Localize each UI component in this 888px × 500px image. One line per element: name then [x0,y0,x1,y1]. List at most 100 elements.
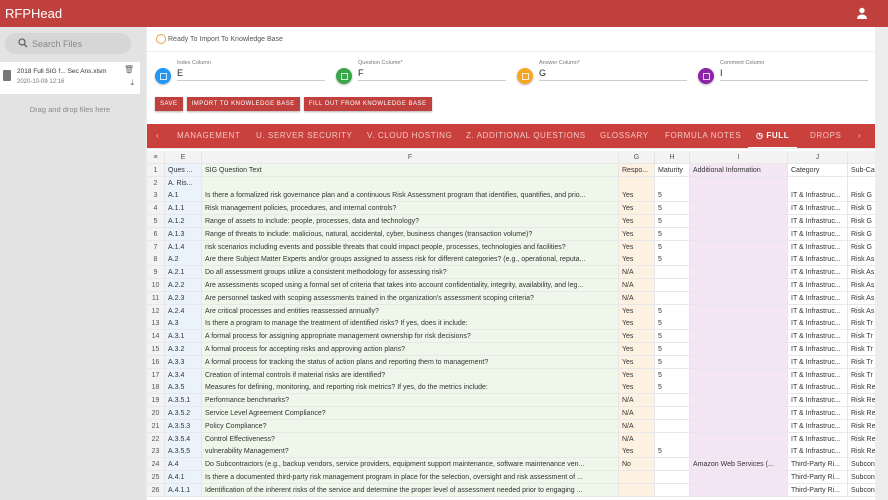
table-cell[interactable]: Risk As [848,253,875,267]
table-cell[interactable] [619,471,655,484]
table-cell[interactable] [690,330,788,344]
table-cell[interactable] [690,227,788,241]
row-number[interactable]: 5 [147,215,165,228]
table-cell[interactable]: 5 [655,381,690,395]
table-cell[interactable]: A.3.5.4 [165,432,202,446]
table-cell[interactable]: 5 [655,355,690,369]
table-cell[interactable]: A.1.2 [165,215,202,228]
table-cell[interactable]: N/A [619,419,655,433]
table-cell[interactable]: Risk G [848,215,875,228]
table-cell[interactable] [655,394,690,408]
table-cell[interactable]: Yes [619,343,655,356]
table-cell[interactable]: Yes [619,227,655,241]
table-cell[interactable] [690,317,788,331]
table-cell[interactable]: Risk Re [848,419,875,433]
spreadsheet-grid[interactable]: ≡ E F G H I J 1 Ques ... SIG Question Text Respo..… [147,149,875,500]
table-cell[interactable] [655,483,690,497]
table-cell[interactable]: vulnerability Management? [202,445,619,459]
row-number[interactable]: 11 [147,291,165,305]
table-cell[interactable]: A.3.5.5 [165,445,202,459]
table-cell[interactable]: Risk As [848,304,875,318]
table-cell[interactable]: 5 [655,445,690,459]
table-cell[interactable] [690,279,788,292]
save-button[interactable]: SAVE [155,97,183,111]
table-cell[interactable]: 5 [655,343,690,356]
table-cell[interactable]: Service Level Agreement Compliance? [202,407,619,420]
column-header[interactable]: G [619,151,655,164]
table-cell[interactable]: IT & Infrastruc... [788,368,848,382]
table-cell[interactable]: A.3.3 [165,355,202,369]
table-cell[interactable] [202,176,619,190]
row-number[interactable]: 3 [147,189,165,203]
table-cell[interactable]: 5 [655,330,690,344]
table-cell[interactable]: A.1.3 [165,227,202,241]
table-cell[interactable]: Yes [619,355,655,369]
table-cell[interactable]: A.1.1 [165,202,202,216]
table-cell[interactable]: Risk G [848,202,875,216]
table-cell[interactable]: A formal process for assigning appropria… [202,330,619,344]
table-cell[interactable]: IT & Infrastruc... [788,445,848,459]
row-number[interactable]: 15 [147,343,165,356]
table-cell[interactable] [690,419,788,433]
table-cell[interactable]: A.3 [165,317,202,331]
table-cell[interactable] [690,240,788,254]
table-cell[interactable] [619,483,655,497]
table-cell[interactable]: A.2.2 [165,279,202,292]
tab-full[interactable]: ◷ FULL [747,131,798,148]
table-cell[interactable]: 5 [655,202,690,216]
table-cell[interactable] [690,445,788,459]
table-cell[interactable]: A.4 [165,458,202,472]
table-cell[interactable]: Risk Tr [848,355,875,369]
table-cell[interactable]: Creation of internal controls if materia… [202,368,619,382]
table-cell[interactable]: Risk management policies, procedures, an… [202,202,619,216]
table-cell[interactable]: Third-Party Ri... [788,483,848,497]
table-cell[interactable]: Are critical processes and entities reas… [202,304,619,318]
table-cell[interactable]: Identification of the inherent risks of … [202,483,619,497]
table-cell[interactable]: IT & Infrastruc... [788,253,848,267]
table-cell[interactable]: A.3.5.3 [165,419,202,433]
select-all-icon[interactable]: ≡ [147,151,165,164]
table-cell[interactable]: A.3.5 [165,381,202,395]
table-cell[interactable]: IT & Infrastruc... [788,189,848,203]
table-cell[interactable] [848,176,875,190]
table-cell[interactable]: 5 [655,304,690,318]
row-number[interactable]: 26 [147,483,165,497]
table-cell[interactable] [690,483,788,497]
table-cell[interactable]: IT & Infrastruc... [788,330,848,344]
tab-server-security[interactable]: U. SERVER SECURITY [256,131,352,140]
table-cell[interactable] [690,355,788,369]
file-list-item[interactable]: 2018 Full SIG f... Sec Ans.xlsm 2020-10-… [0,62,140,94]
table-cell[interactable]: 5 [655,240,690,254]
table-cell[interactable]: IT & Infrastruc... [788,279,848,292]
row-number[interactable]: 2 [147,176,165,190]
row-number[interactable]: 14 [147,330,165,344]
row-number[interactable]: 1 [147,163,165,177]
question-column-input[interactable]: F [358,68,506,81]
table-cell[interactable]: IT & Infrastruc... [788,215,848,228]
table-cell[interactable]: IT & Infrastruc... [788,202,848,216]
table-cell[interactable]: Range of threats to include: malicious, … [202,227,619,241]
tabs-next-icon[interactable]: › [858,131,861,140]
table-cell[interactable]: IT & Infrastruc... [788,304,848,318]
table-cell[interactable]: Risk Tr [848,317,875,331]
table-cell[interactable]: Subcon [848,458,875,472]
row-number[interactable]: 12 [147,304,165,318]
table-cell[interactable]: Policy Compliance? [202,419,619,433]
row-number[interactable]: 24 [147,458,165,472]
row-number[interactable]: 17 [147,368,165,382]
row-number[interactable]: 9 [147,266,165,280]
table-cell[interactable]: Ques ... [165,163,202,177]
table-cell[interactable]: IT & Infrastruc... [788,343,848,356]
table-cell[interactable]: IT & Infrastruc... [788,381,848,395]
table-cell[interactable]: Yes [619,253,655,267]
table-cell[interactable]: Additional Information [690,163,788,177]
table-cell[interactable]: Respo... [619,163,655,177]
table-cell[interactable]: Risk Tr [848,343,875,356]
row-number[interactable]: 22 [147,432,165,446]
table-cell[interactable]: A.3.5.2 [165,407,202,420]
table-cell[interactable] [690,471,788,484]
table-cell[interactable] [690,432,788,446]
row-number[interactable]: 23 [147,445,165,459]
table-cell[interactable] [655,266,690,280]
table-cell[interactable]: Risk Tr [848,330,875,344]
